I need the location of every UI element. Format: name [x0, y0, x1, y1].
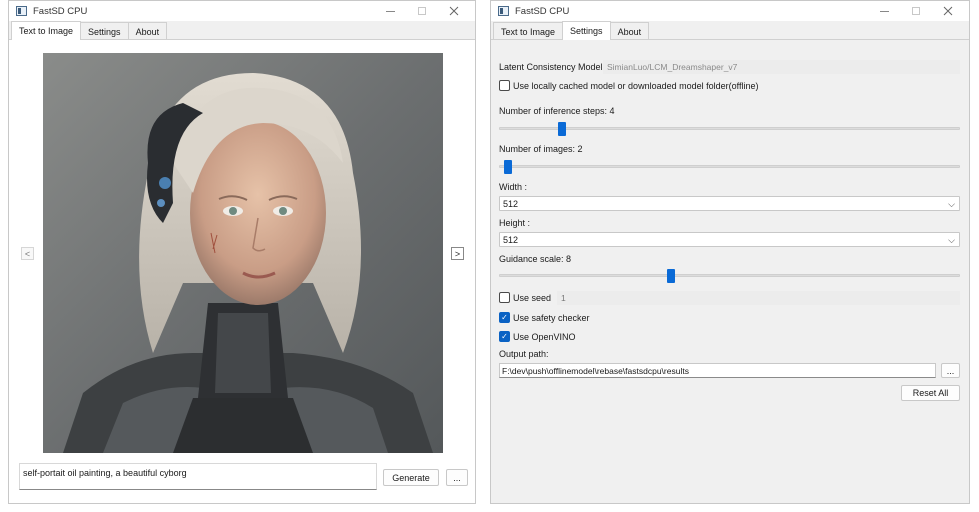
seed-input[interactable]: 1	[557, 291, 960, 305]
minimize-button[interactable]	[375, 1, 405, 21]
checkmark-icon: ✓	[499, 331, 510, 342]
output-path-label: Output path:	[499, 349, 549, 359]
minimize-icon	[385, 10, 395, 12]
safety-checker-checkbox[interactable]: ✓ Use safety checker	[499, 312, 590, 323]
maximize-button[interactable]	[407, 1, 437, 21]
next-image-button[interactable]: >	[451, 247, 464, 260]
use-seed-checkbox[interactable]: Use seed	[499, 292, 551, 303]
close-button[interactable]	[439, 1, 469, 21]
guidance-scale-label: Guidance scale: 8	[499, 254, 572, 264]
tab-bar: Text to Image Settings About	[491, 21, 969, 40]
chevron-down-icon: ⌵	[948, 199, 955, 209]
slider-track	[499, 165, 960, 168]
checkbox-icon	[499, 292, 510, 303]
slider-handle[interactable]	[667, 269, 675, 283]
number-of-images-slider[interactable]	[499, 160, 960, 174]
more-options-button[interactable]: ...	[446, 469, 468, 486]
cyborg-portrait-image	[43, 53, 443, 453]
inference-steps-slider[interactable]	[499, 122, 960, 136]
height-value: 512	[503, 234, 519, 245]
tab-about[interactable]: About	[127, 22, 168, 40]
model-field: SimianLuo/LCM_Dreamshaper_v7	[603, 60, 960, 74]
app-icon	[16, 6, 27, 16]
output-path-input[interactable]: F:\dev\push\offlinemodel\rebase\fastsdcp…	[499, 363, 936, 378]
previous-image-button[interactable]: <	[21, 247, 34, 260]
settings-window: FastSD CPU Text to Image Settings About …	[490, 0, 970, 504]
close-icon	[943, 6, 953, 16]
slider-track	[499, 127, 960, 130]
height-label: Height :	[499, 218, 531, 228]
minimize-button[interactable]	[869, 1, 899, 21]
app-icon	[498, 6, 509, 16]
slider-handle[interactable]	[504, 160, 512, 174]
title-bar[interactable]: FastSD CPU	[491, 1, 969, 21]
title-bar[interactable]: FastSD CPU	[9, 1, 475, 21]
model-label: Latent Consistency Model:	[499, 62, 606, 72]
slider-handle[interactable]	[558, 122, 566, 136]
generated-image-preview	[43, 53, 443, 453]
width-label: Width :	[499, 182, 528, 192]
tab-settings[interactable]: Settings	[80, 22, 129, 40]
safety-checker-label: Use safety checker	[513, 312, 590, 323]
prompt-input[interactable]: self-portait oil painting, a beautiful c…	[19, 463, 377, 490]
maximize-icon	[912, 7, 920, 15]
minimize-icon	[879, 10, 889, 12]
settings-panel: Latent Consistency Model: SimianLuo/LCM_…	[491, 40, 969, 503]
window-title: FastSD CPU	[515, 5, 570, 17]
checkbox-icon	[499, 80, 510, 91]
tab-settings[interactable]: Settings	[562, 21, 611, 40]
tab-bar: Text to Image Settings About	[9, 21, 475, 40]
maximize-button[interactable]	[901, 1, 931, 21]
generate-button[interactable]: Generate	[383, 469, 439, 486]
checkmark-icon: ✓	[499, 312, 510, 323]
use-seed-label: Use seed	[513, 292, 552, 303]
width-select[interactable]: 512 ⌵	[499, 196, 960, 211]
openvino-label: Use OpenVINO	[513, 331, 576, 342]
tab-about[interactable]: About	[609, 22, 650, 40]
chevron-down-icon: ⌵	[948, 235, 955, 245]
height-select[interactable]: 512 ⌵	[499, 232, 960, 247]
tab-text-to-image[interactable]: Text to Image	[493, 22, 564, 40]
tab-text-to-image[interactable]: Text to Image	[11, 21, 82, 40]
guidance-scale-slider[interactable]	[499, 269, 960, 283]
offline-model-label: Use locally cached model or downloaded m…	[513, 80, 759, 91]
browse-button[interactable]: ...	[941, 363, 960, 378]
width-value: 512	[503, 198, 519, 209]
slider-track	[499, 274, 960, 277]
close-icon	[449, 6, 459, 16]
reset-all-button[interactable]: Reset All	[901, 385, 960, 401]
number-of-images-label: Number of images: 2	[499, 144, 583, 154]
maximize-icon	[418, 7, 426, 15]
window-title: FastSD CPU	[33, 5, 88, 17]
close-button[interactable]	[933, 1, 963, 21]
text-to-image-window: FastSD CPU Text to Image Settings About	[8, 0, 476, 504]
openvino-checkbox[interactable]: ✓ Use OpenVINO	[499, 331, 576, 342]
offline-model-checkbox[interactable]: Use locally cached model or downloaded m…	[499, 80, 758, 91]
text-to-image-panel: < > self-portait oil painting, a beautif…	[9, 40, 475, 503]
inference-steps-label: Number of inference steps: 4	[499, 106, 615, 116]
